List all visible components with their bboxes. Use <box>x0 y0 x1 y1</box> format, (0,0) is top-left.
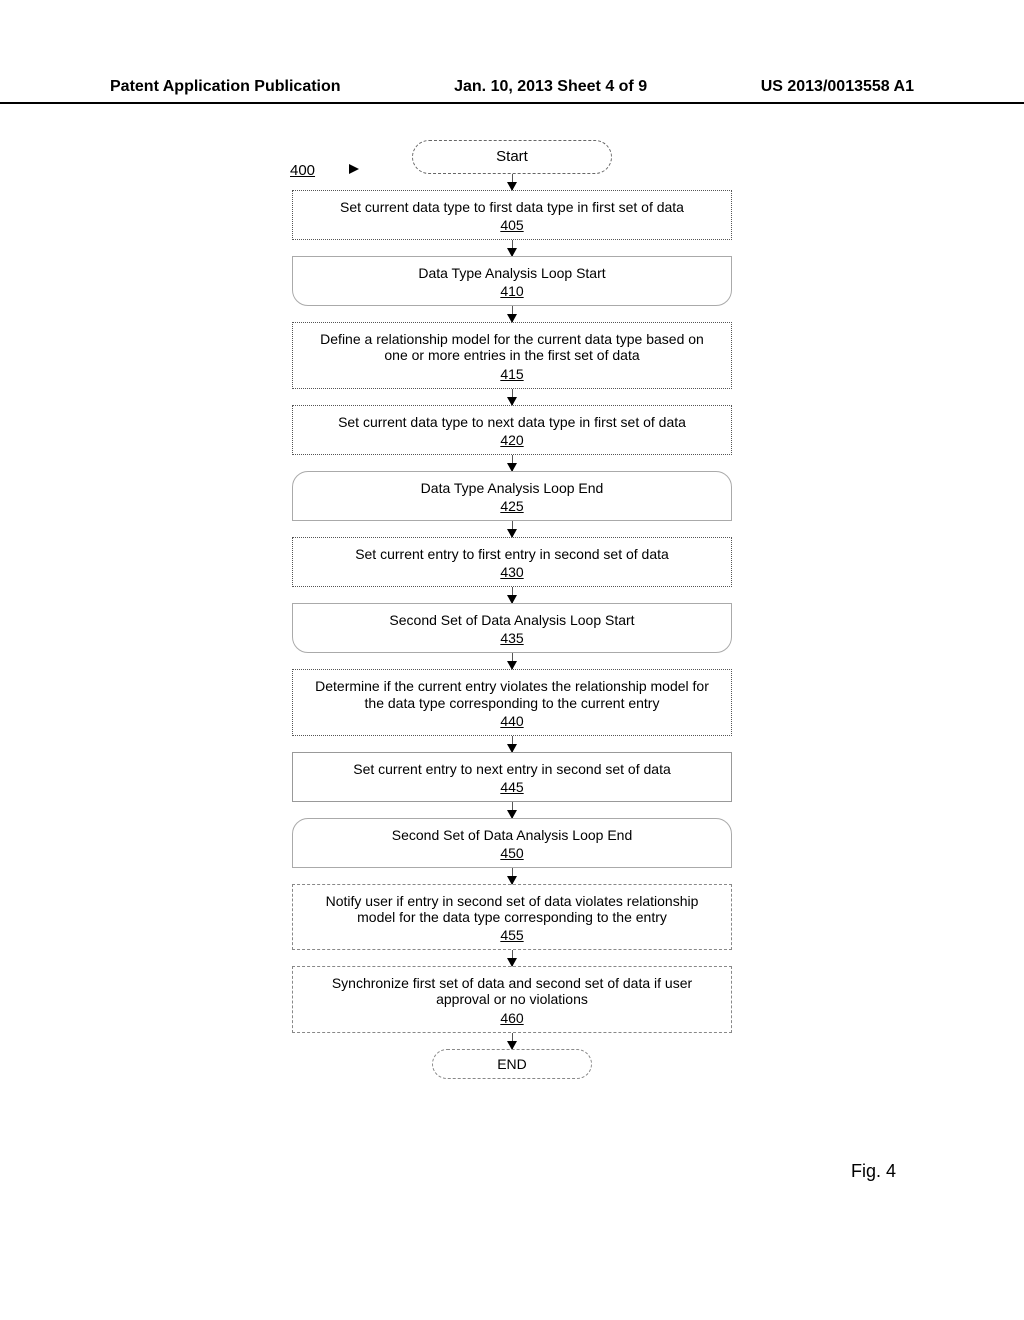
step-ref-number: 450 <box>500 845 523 861</box>
step-text: Second Set of Data Analysis Loop End <box>392 827 633 843</box>
terminator-label: Start <box>496 148 528 165</box>
flow-step-445: Set current entry to next entry in secon… <box>292 752 732 802</box>
flow-arrow <box>512 802 513 818</box>
step-text: Notify user if entry in second set of da… <box>307 893 717 925</box>
flow-arrow <box>512 653 513 669</box>
header-left: Patent Application Publication <box>110 78 341 96</box>
flow-arrow <box>512 950 513 966</box>
step-ref-number: 420 <box>500 432 523 448</box>
flow-arrow <box>512 174 513 190</box>
flow-step-415: Define a relationship model for the curr… <box>292 322 732 388</box>
step-ref-number: 440 <box>500 713 523 729</box>
terminator-end: END <box>432 1049 592 1079</box>
step-text: Set current entry to next entry in secon… <box>353 761 671 777</box>
step-text: Data Type Analysis Loop End <box>421 480 604 496</box>
step-text: Set current data type to first data type… <box>340 199 684 215</box>
flow-step-460: Synchronize first set of data and second… <box>292 966 732 1032</box>
flow-step-450: Second Set of Data Analysis Loop End 450 <box>292 818 732 868</box>
flow-arrow <box>512 1033 513 1049</box>
step-ref-number: 445 <box>500 779 523 795</box>
flow-arrow <box>512 455 513 471</box>
flow-step-410: Data Type Analysis Loop Start 410 <box>292 256 732 306</box>
page-header: Patent Application Publication Jan. 10, … <box>0 78 1024 104</box>
flow-arrow <box>512 306 513 322</box>
flow-arrow <box>512 240 513 256</box>
flow-arrow <box>512 868 513 884</box>
flow-arrow <box>512 736 513 752</box>
step-text: Synchronize first set of data and second… <box>307 975 717 1007</box>
step-text: Set current data type to next data type … <box>338 414 686 430</box>
flow-step-435: Second Set of Data Analysis Loop Start 43… <box>292 603 732 653</box>
terminator-start: Start <box>412 140 612 174</box>
terminator-label: END <box>497 1056 527 1072</box>
step-ref-number: 435 <box>500 630 523 646</box>
header-right: US 2013/0013558 A1 <box>761 78 914 96</box>
flow-step-430: Set current entry to first entry in seco… <box>292 537 732 587</box>
flow-step-425: Data Type Analysis Loop End 425 <box>292 471 732 521</box>
step-text: Set current entry to first entry in seco… <box>355 546 669 562</box>
figure-label: Fig. 4 <box>851 1161 896 1182</box>
step-text: Second Set of Data Analysis Loop Start <box>389 612 634 628</box>
step-ref-number: 425 <box>500 498 523 514</box>
flow-arrow <box>512 389 513 405</box>
flow-arrow <box>512 587 513 603</box>
flow-step-440: Determine if the current entry violates … <box>292 669 732 735</box>
flow-arrow <box>512 521 513 537</box>
step-text: Define a relationship model for the curr… <box>307 331 717 363</box>
flow-step-455: Notify user if entry in second set of da… <box>292 884 732 950</box>
header-center: Jan. 10, 2013 Sheet 4 of 9 <box>454 78 647 96</box>
flow-step-405: Set current data type to first data type… <box>292 190 732 240</box>
step-text: Determine if the current entry violates … <box>307 678 717 710</box>
step-ref-number: 455 <box>500 927 523 943</box>
flowchart: Start Set current data type to first dat… <box>0 140 1024 1079</box>
step-ref-number: 410 <box>500 283 523 299</box>
flow-step-420: Set current data type to next data type … <box>292 405 732 455</box>
step-ref-number: 415 <box>500 366 523 382</box>
step-ref-number: 405 <box>500 217 523 233</box>
step-ref-number: 430 <box>500 564 523 580</box>
step-ref-number: 460 <box>500 1010 523 1026</box>
step-text: Data Type Analysis Loop Start <box>418 265 605 281</box>
page: Patent Application Publication Jan. 10, … <box>0 0 1024 1320</box>
